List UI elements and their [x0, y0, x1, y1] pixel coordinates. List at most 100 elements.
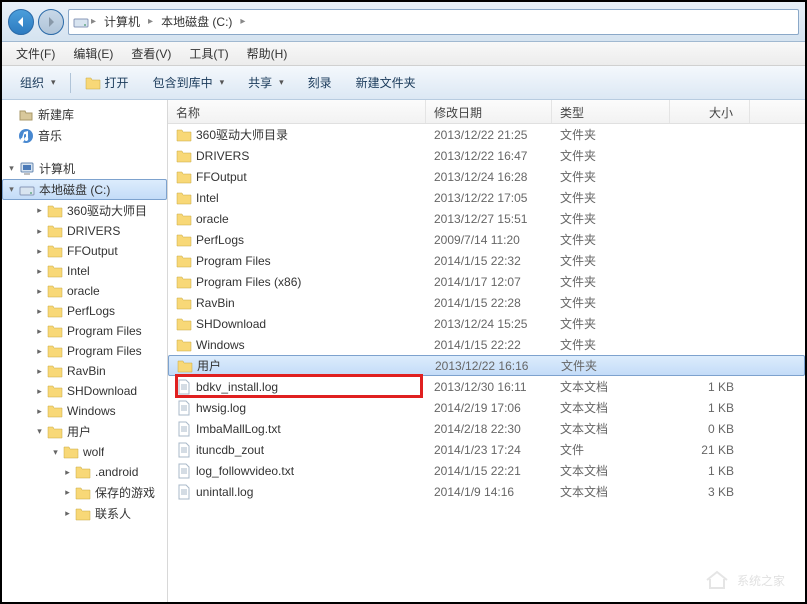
file-row[interactable]: RavBin 2014/1/15 22:28 文件夹 — [168, 292, 805, 313]
tree-item-newlib[interactable]: 新建库 — [2, 104, 167, 125]
share-button[interactable]: 共享 — [238, 70, 294, 95]
file-row[interactable]: DRIVERS 2013/12/22 16:47 文件夹 — [168, 145, 805, 166]
tree-item-music[interactable]: 音乐 — [2, 125, 167, 146]
tree-item-folder[interactable]: ▸oracle — [2, 281, 167, 301]
breadcrumb-item[interactable]: 本地磁盘 (C:) — [155, 11, 238, 32]
file-type: 文件夹 — [553, 357, 671, 374]
folder-tree[interactable]: 新建库 音乐 ▾ 计算机 ▾ 本地磁盘 (C:) ▸360驱动大师目▸DRIVE… — [2, 100, 168, 602]
expand-icon[interactable]: ▸ — [34, 386, 45, 397]
file-type: 文件夹 — [552, 147, 670, 164]
tree-item-folder[interactable]: ▸SHDownload — [2, 381, 167, 401]
file-row[interactable]: log_followvideo.txt 2014/1/15 22:21 文本文档… — [168, 460, 805, 481]
tree-item-folder[interactable]: ▸RavBin — [2, 361, 167, 381]
folder-icon — [47, 283, 63, 299]
tree-label: Program Files — [67, 324, 142, 338]
folder-icon — [47, 203, 63, 219]
file-row[interactable]: Program Files (x86) 2014/1/17 12:07 文件夹 — [168, 271, 805, 292]
tree-item-folder[interactable]: ▸360驱动大师目 — [2, 200, 167, 221]
menu-tools[interactable]: 工具(T) — [181, 43, 236, 64]
file-row[interactable]: ImbaMallLog.txt 2014/2/18 22:30 文本文档 0 K… — [168, 418, 805, 439]
expand-icon[interactable]: ▸ — [62, 467, 73, 478]
folder-icon — [176, 127, 192, 143]
file-row[interactable]: unintall.log 2014/1/9 14:16 文本文档 3 KB — [168, 481, 805, 502]
include-library-button[interactable]: 包含到库中 — [143, 70, 235, 95]
nav-back-button[interactable] — [8, 9, 34, 35]
file-size: 1 KB — [670, 401, 750, 415]
open-button[interactable]: 打开 — [75, 70, 139, 95]
file-list[interactable]: 360驱动大师目录 2013/12/22 21:25 文件夹 DRIVERS 2… — [168, 124, 805, 602]
file-icon — [176, 484, 192, 500]
tree-item-folder[interactable]: ▸Windows — [2, 401, 167, 421]
folder-icon — [47, 223, 63, 239]
breadcrumb-item[interactable]: 计算机 — [98, 11, 146, 32]
expand-icon[interactable]: ▾ — [50, 447, 61, 458]
file-row[interactable]: FFOutput 2013/12/24 16:28 文件夹 — [168, 166, 805, 187]
file-row[interactable]: oracle 2013/12/27 15:51 文件夹 — [168, 208, 805, 229]
expand-icon[interactable]: ▸ — [34, 226, 45, 237]
expand-icon[interactable]: ▸ — [34, 326, 45, 337]
file-row[interactable]: Intel 2013/12/22 17:05 文件夹 — [168, 187, 805, 208]
file-name-label: 360驱动大师目录 — [196, 126, 288, 143]
file-row[interactable]: PerfLogs 2009/7/14 11:20 文件夹 — [168, 229, 805, 250]
expand-icon[interactable]: ▾ — [34, 426, 45, 437]
expand-icon[interactable]: ▸ — [34, 266, 45, 277]
file-row[interactable]: bdkv_install.log 2013/12/30 16:11 文本文档 1… — [168, 376, 805, 397]
folder-icon — [75, 485, 91, 501]
file-name-label: PerfLogs — [196, 233, 244, 247]
tree-item-folder[interactable]: ▸联系人 — [2, 503, 167, 524]
column-date[interactable]: 修改日期 — [426, 100, 552, 123]
expand-icon[interactable]: ▸ — [34, 306, 45, 317]
menu-help[interactable]: 帮助(H) — [239, 43, 296, 64]
nav-forward-button[interactable] — [38, 9, 64, 35]
file-row[interactable]: SHDownload 2013/12/24 15:25 文件夹 — [168, 313, 805, 334]
menu-edit[interactable]: 编辑(E) — [65, 43, 121, 64]
breadcrumb[interactable]: ▸ 计算机 ▸ 本地磁盘 (C:) ▸ — [68, 9, 799, 35]
tree-item-folder[interactable]: ▸.android — [2, 462, 167, 482]
expand-icon[interactable]: ▸ — [34, 246, 45, 257]
tree-item-folder[interactable]: ▸ Program Files — [2, 321, 167, 341]
file-name-label: Intel — [196, 191, 219, 205]
file-row[interactable]: Program Files 2014/1/15 22:32 文件夹 — [168, 250, 805, 271]
file-type: 文件夹 — [552, 294, 670, 311]
tree-item-folder[interactable]: ▸DRIVERS — [2, 221, 167, 241]
tree-item-folder[interactable]: ▾wolf — [2, 442, 167, 462]
expand-icon[interactable]: ▾ — [6, 184, 17, 195]
file-row[interactable]: hwsig.log 2014/2/19 17:06 文本文档 1 KB — [168, 397, 805, 418]
expand-icon[interactable]: ▸ — [34, 406, 45, 417]
tree-item-folder[interactable]: ▸PerfLogs — [2, 301, 167, 321]
tree-item-folder[interactable]: ▾用户 — [2, 421, 167, 442]
tree-item-computer[interactable]: ▾ 计算机 — [2, 158, 167, 179]
file-date: 2014/1/15 22:28 — [426, 296, 552, 310]
file-row[interactable]: ituncdb_zout 2014/1/23 17:24 文件 21 KB — [168, 439, 805, 460]
folder-icon — [47, 343, 63, 359]
tree-item-folder[interactable]: ▸FFOutput — [2, 241, 167, 261]
menu-file[interactable]: 文件(F) — [8, 43, 63, 64]
column-name[interactable]: 名称 — [168, 100, 426, 123]
file-row[interactable]: Windows 2014/1/15 22:22 文件夹 — [168, 334, 805, 355]
file-row[interactable]: 360驱动大师目录 2013/12/22 21:25 文件夹 — [168, 124, 805, 145]
folder-icon — [176, 295, 192, 311]
chevron-right-icon: ▸ — [91, 16, 96, 27]
expand-icon[interactable]: ▸ — [34, 346, 45, 357]
burn-button[interactable]: 刻录 — [298, 70, 342, 95]
tree-item-folder[interactable]: ▸Program Files — [2, 341, 167, 361]
tree-item-folder[interactable]: ▸保存的游戏 — [2, 482, 167, 503]
file-row[interactable]: 用户 2013/12/22 16:16 文件夹 — [168, 355, 805, 376]
new-folder-button[interactable]: 新建文件夹 — [346, 70, 426, 95]
organize-button[interactable]: 组织 — [10, 70, 66, 95]
expand-icon[interactable]: ▸ — [62, 508, 73, 519]
tree-item-drive-c[interactable]: ▾ 本地磁盘 (C:) — [2, 179, 167, 200]
folder-icon — [47, 363, 63, 379]
watermark-text: 系统之家 — [737, 572, 785, 589]
expand-icon[interactable]: ▸ — [34, 366, 45, 377]
file-date: 2013/12/30 16:11 — [426, 380, 552, 394]
expand-icon[interactable]: ▸ — [34, 286, 45, 297]
expand-icon[interactable]: ▸ — [62, 487, 73, 498]
column-size[interactable]: 大小 — [670, 100, 750, 123]
menu-view[interactable]: 查看(V) — [123, 43, 179, 64]
tree-item-folder[interactable]: ▸Intel — [2, 261, 167, 281]
expand-icon[interactable]: ▸ — [34, 205, 45, 216]
expand-icon[interactable]: ▾ — [6, 163, 17, 174]
file-date: 2013/12/22 21:25 — [426, 128, 552, 142]
column-type[interactable]: 类型 — [552, 100, 670, 123]
